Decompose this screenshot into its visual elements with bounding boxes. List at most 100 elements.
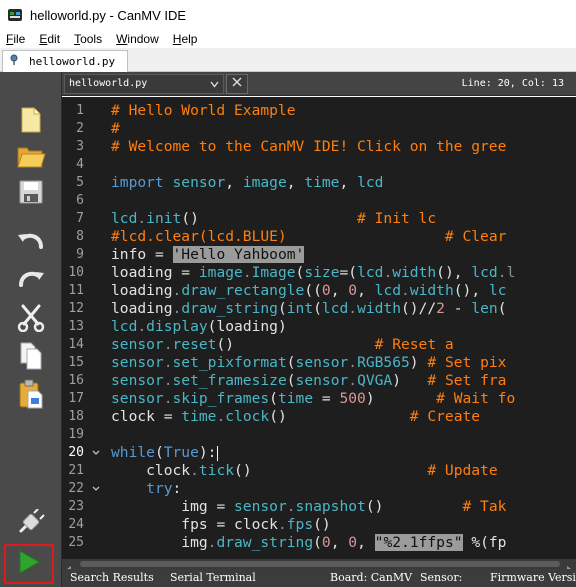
code-token: # Update: [427, 462, 498, 479]
serial-terminal-tab[interactable]: Serial Terminal: [170, 571, 256, 584]
save-icon[interactable]: [12, 174, 50, 210]
code-editor[interactable]: 1 2 3 4 5 6 7 8 9 10 11 12 13 14 15 16 17 18 19 20 21 22 23 24 2…: [62, 97, 576, 559]
title-bar: helloworld.py - CanMV IDE: [0, 0, 576, 30]
run-button[interactable]: [4, 544, 54, 584]
code-token: (): [216, 336, 235, 353]
code-token: clock: [111, 408, 155, 425]
sensor-label: Sensor:: [420, 571, 463, 584]
code-line[interactable]: sensor.set_pixformat(sensor.RGB565) # Se…: [111, 354, 506, 372]
code-token: time: [181, 408, 217, 425]
code-token: =(: [339, 264, 358, 281]
pin-icon[interactable]: [8, 54, 20, 69]
code-token: .: [401, 282, 410, 299]
code-line[interactable]: img.draw_string(0, 0, "%2.1ffps" %(fp: [111, 534, 506, 552]
horizontal-scrollbar[interactable]: [62, 559, 576, 572]
code-token: =: [172, 264, 199, 281]
code-line[interactable]: while(True):: [111, 444, 219, 462]
menu-window[interactable]: Window: [109, 32, 166, 46]
code-line[interactable]: # Hello World Example: [111, 102, 296, 120]
code-token: tick: [198, 462, 235, 479]
menu-edit[interactable]: Edit: [32, 32, 67, 46]
code-token: .: [190, 462, 199, 479]
code-line[interactable]: lcd.init() # Init lc: [111, 210, 436, 228]
code-line[interactable]: sensor.set_framesize(sensor.QVGA) # Set …: [111, 372, 506, 390]
undo-icon[interactable]: [12, 222, 50, 258]
scroll-left-icon[interactable]: [65, 560, 73, 572]
code-token: img: [111, 498, 208, 515]
code-token: # Set pix: [427, 354, 507, 371]
file-tab-helloworld[interactable]: helloworld.py: [2, 50, 128, 72]
code-line[interactable]: sensor.skip_frames(time = 500) # Wait fo: [111, 390, 515, 408]
code-line[interactable]: # Welcome to the CanMV IDE! Click on the…: [111, 138, 506, 156]
code-token: .: [242, 264, 252, 281]
code-token: (): [313, 516, 331, 533]
copy-icon[interactable]: [12, 338, 50, 374]
fold-chevron-icon[interactable]: [91, 444, 101, 462]
code-line[interactable]: #lcd.clear(lcd.BLUE) # Clear: [111, 228, 506, 246]
code-token: len: [471, 300, 498, 317]
code-token: -: [444, 300, 472, 317]
code-line[interactable]: img = sensor.snapshot() # Tak: [111, 498, 506, 516]
code-line[interactable]: sensor.reset() # Reset a: [111, 336, 454, 354]
code-token: # Set fra: [427, 372, 507, 389]
scrollbar-thumb[interactable]: [80, 561, 560, 567]
canmv-app-icon: [6, 7, 24, 23]
code-token: # Wait fo: [436, 390, 516, 407]
line-number: 2: [76, 121, 84, 136]
code-token: (): [181, 210, 199, 227]
code-line[interactable]: loading.draw_rectangle((0, 0, lcd.width(…: [111, 282, 506, 300]
document-selector[interactable]: helloworld.py: [64, 73, 224, 94]
window-title: helloworld.py - CanMV IDE: [30, 7, 187, 23]
code-token: .: [286, 498, 296, 515]
code-line[interactable]: info = 'Hello Yahboom': [111, 246, 305, 264]
connect-icon[interactable]: [12, 506, 50, 542]
code-token: draw_rectangle: [181, 282, 305, 299]
code-token: time: [277, 390, 314, 407]
menu-tools[interactable]: Tools: [67, 32, 109, 46]
code-token: .: [172, 282, 182, 299]
close-document-button[interactable]: [226, 73, 248, 94]
code-token: ): [409, 354, 419, 371]
code-token: 0: [321, 282, 331, 299]
line-number: 11: [68, 283, 84, 298]
code-line[interactable]: clock = time.clock() # Create: [111, 408, 480, 426]
code-area[interactable]: # Hello World Example # # Welcome to the C…: [111, 97, 576, 559]
code-line[interactable]: clock.tick() # Update: [111, 462, 498, 480]
paste-icon[interactable]: [12, 376, 50, 412]
code-token: (): [269, 408, 287, 425]
code-line[interactable]: import sensor, image, time, lcd: [111, 174, 383, 192]
redo-icon[interactable]: [12, 260, 50, 296]
code-line[interactable]: loading = image.Image(size=(lcd.width(),…: [111, 264, 515, 282]
code-line[interactable]: lcd.display(loading): [111, 318, 287, 336]
cut-icon[interactable]: [12, 300, 50, 336]
code-line[interactable]: fps = clock.fps(): [111, 516, 331, 534]
code-token: # Reset a: [374, 336, 454, 353]
menu-help[interactable]: Help: [166, 32, 205, 46]
code-line[interactable]: try:: [111, 480, 181, 498]
editor-header: helloworld.py Line: 20, Col: 13: [62, 72, 576, 96]
code-line[interactable]: loading.draw_string(int(lcd.width()//2 -…: [111, 300, 506, 318]
new-file-icon[interactable]: [12, 102, 50, 138]
line-number: 15: [68, 355, 84, 370]
code-line[interactable]: #: [111, 120, 120, 138]
search-results-tab[interactable]: Search Results: [70, 571, 154, 584]
line-number: 4: [76, 157, 84, 172]
code-token: fps: [111, 516, 208, 533]
fold-chevron-icon[interactable]: [91, 480, 101, 498]
code-token: .: [163, 372, 173, 389]
line-number: 3: [76, 139, 84, 154]
line-number: 8: [76, 229, 84, 244]
scroll-right-icon[interactable]: [565, 560, 573, 572]
code-token: clock: [234, 516, 278, 533]
menu-file[interactable]: File: [0, 32, 32, 46]
code-token: clock: [111, 462, 191, 479]
open-folder-icon[interactable]: [12, 138, 50, 174]
code-token: lcd: [471, 264, 498, 281]
code-token: skip_frames: [172, 390, 270, 407]
code-token: ,: [330, 282, 349, 299]
code-token: %(fp: [462, 534, 507, 551]
code-token: ,: [225, 174, 243, 191]
